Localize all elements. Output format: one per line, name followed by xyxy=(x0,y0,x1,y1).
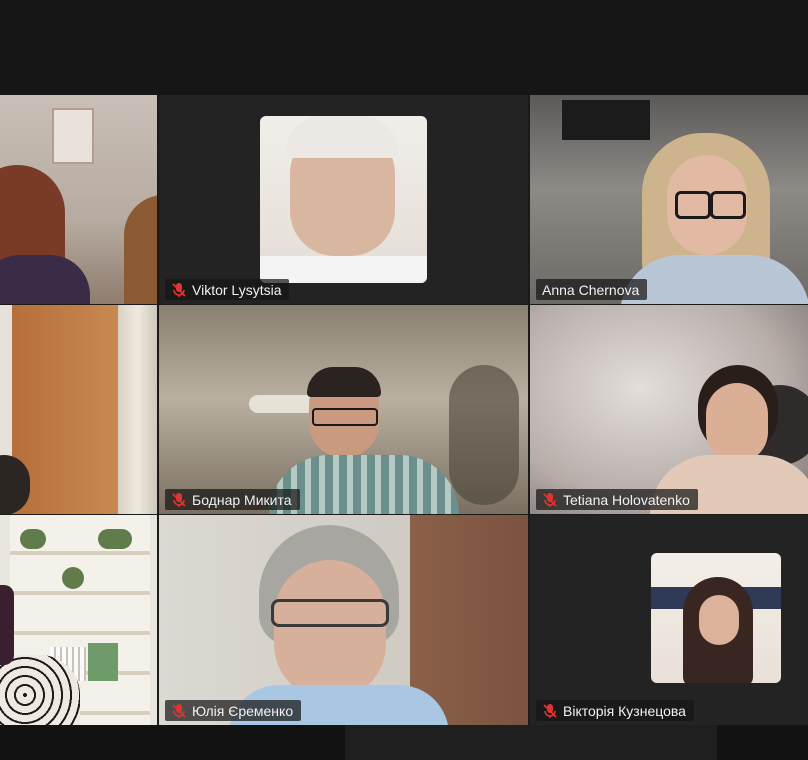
microphone-muted-icon xyxy=(543,492,557,507)
tv-screen xyxy=(562,100,650,140)
bottom-bar xyxy=(0,725,808,760)
participant-name: Боднар Микита xyxy=(192,491,292,508)
shelf-plant-2 xyxy=(98,529,132,549)
video-grid: Viktor Lysytsia Anna Chernova Боднар Мик… xyxy=(0,95,808,725)
top-bar xyxy=(0,0,808,95)
glasses-left xyxy=(675,191,711,219)
person-glasses xyxy=(312,408,378,426)
name-tag: Viktor Lysytsia xyxy=(165,279,290,300)
glasses-right xyxy=(710,191,746,219)
microphone-muted-icon xyxy=(172,282,186,297)
avatar-face xyxy=(699,595,739,645)
participant-tile-7[interactable] xyxy=(0,515,157,725)
person-face xyxy=(706,383,768,463)
name-tag: Боднар Микита xyxy=(165,489,300,510)
microphone-muted-icon xyxy=(543,703,557,718)
participant-tile-2[interactable]: Viktor Lysytsia xyxy=(159,95,528,304)
person-glasses xyxy=(271,599,389,627)
person-hair xyxy=(0,585,14,665)
participant-tile-5[interactable]: Боднар Микита xyxy=(159,305,528,514)
name-tag: Anna Chernova xyxy=(536,279,648,300)
participant-name: Tetiana Holovatenko xyxy=(563,491,690,508)
name-tag: Tetiana Holovatenko xyxy=(536,489,698,510)
name-tag: Вікторія Кузнецова xyxy=(536,700,694,721)
participant-tile-6[interactable]: Tetiana Holovatenko xyxy=(530,305,808,514)
plant xyxy=(449,365,519,505)
participant-tile-4[interactable] xyxy=(0,305,157,514)
avatar xyxy=(260,116,427,283)
participant-tile-8[interactable]: Юлія Єременко xyxy=(159,515,528,725)
participant-name: Вікторія Кузнецова xyxy=(563,702,686,719)
avatar-hair xyxy=(286,116,398,158)
shelf-plant-3 xyxy=(62,567,84,589)
curtain xyxy=(118,305,157,514)
participant-tile-9[interactable]: Вікторія Кузнецова xyxy=(530,515,808,725)
microphone-muted-icon xyxy=(172,703,186,718)
participant-name: Anna Chernova xyxy=(542,281,640,298)
bottom-bar-center xyxy=(345,725,717,760)
microphone-muted-icon xyxy=(172,492,186,507)
person-body xyxy=(0,655,80,725)
person-face xyxy=(274,560,386,700)
shelf-picture xyxy=(88,643,118,681)
participant-name: Юлія Єременко xyxy=(192,702,294,719)
participant-tile-1[interactable] xyxy=(0,95,157,304)
name-tag: Юлія Єременко xyxy=(165,700,302,721)
avatar xyxy=(651,553,781,683)
wall-picture xyxy=(52,108,94,164)
participant-tile-3-active-speaker[interactable]: Anna Chernova xyxy=(530,95,808,304)
person-hair xyxy=(307,367,381,397)
shelf-plant-1 xyxy=(20,529,46,549)
participant-name: Viktor Lysytsia xyxy=(192,281,282,298)
